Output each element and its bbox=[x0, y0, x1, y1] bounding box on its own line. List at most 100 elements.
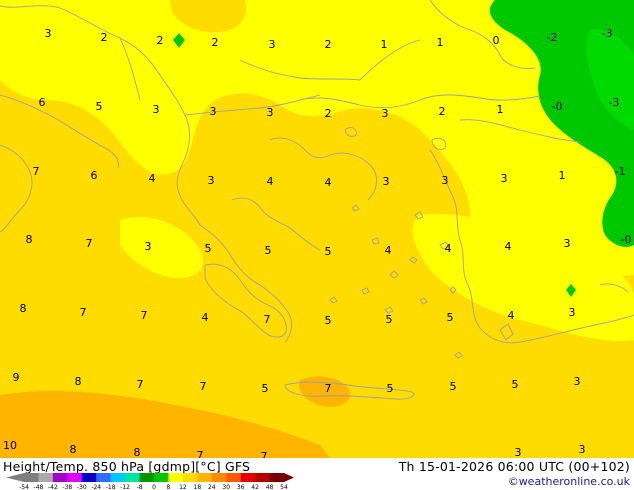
isotherm-label: 4 bbox=[505, 240, 512, 253]
isotherm-label: 3 bbox=[267, 106, 274, 119]
isotherm-label: 4 bbox=[508, 309, 515, 322]
isotherm-label: 1 bbox=[497, 103, 504, 116]
isotherm-label: 7 bbox=[137, 378, 144, 391]
isotherm-label: 4 bbox=[445, 242, 452, 255]
isotherm-label: 4 bbox=[149, 172, 156, 185]
colorbar-tick-label: -48 bbox=[34, 484, 44, 490]
isotherm-label: 8 bbox=[26, 233, 33, 246]
colorbar-tick-label: -38 bbox=[62, 484, 72, 490]
colorbar-swatch bbox=[240, 473, 256, 482]
colorbar-tick-label: 12 bbox=[179, 484, 187, 490]
colorbar-arrow-right bbox=[284, 473, 294, 482]
isotherm-label: 7 bbox=[325, 382, 332, 395]
isotherm-label: 3 bbox=[210, 105, 217, 118]
colorbar-tick-label: -42 bbox=[48, 484, 58, 490]
isotherm-label: 3 bbox=[153, 103, 160, 116]
isotherm-label: 5 bbox=[387, 382, 394, 395]
colorbar-tick-label: -54 bbox=[19, 484, 29, 490]
isotherm-label: -2 bbox=[547, 31, 558, 44]
isotherm-label: 4 bbox=[202, 311, 209, 324]
colorbar-swatch bbox=[197, 473, 213, 482]
isotherm-label: 1 bbox=[559, 169, 566, 182]
isotherm-label: 3 bbox=[442, 174, 449, 187]
isotherm-label: 5 bbox=[96, 100, 103, 113]
colorbar-tick-label: 0 bbox=[152, 484, 156, 490]
colorbar-arrow-left bbox=[6, 473, 24, 482]
colorbar-tick-label: -18 bbox=[106, 484, 116, 490]
isotherm-label: 3 bbox=[382, 107, 389, 120]
map-viewer: 3 2 2 2 3 2 1 1 0 -2 -3 6 5 3 3 3 2 3 2 1 -0 -3 7 6 4 3 4 4 3 3 3 1 -1 8 7… bbox=[0, 0, 634, 490]
colorbar-swatch bbox=[38, 473, 54, 482]
isotherm-label: 5 bbox=[262, 382, 269, 395]
isotherm-label: 3 bbox=[569, 306, 576, 319]
isotherm-label: 5 bbox=[265, 244, 272, 257]
colorbar-tick-label: 42 bbox=[251, 484, 259, 490]
temperature-map: 3 2 2 2 3 2 1 1 0 -2 -36 5 3 3 3 2 3 2 1 -0 -37 6 4 3 4 4 3 3 3 1 -18 7… bbox=[0, 0, 634, 458]
isotherm-label: 3 bbox=[564, 237, 571, 250]
isotherm-label: 5 bbox=[205, 242, 212, 255]
isotherm-label: -3 bbox=[602, 27, 613, 40]
isotherm-label: 8 bbox=[75, 375, 82, 388]
isotherm-label: -0 bbox=[552, 100, 563, 113]
isotherm-label: 8 bbox=[134, 446, 141, 458]
isotherm-label: 7 bbox=[141, 309, 148, 322]
colorbar-swatch bbox=[96, 473, 111, 482]
colorbar-swatch bbox=[139, 473, 155, 482]
isotherm-label: 7 bbox=[80, 306, 87, 319]
isotherm-label: -0 bbox=[621, 233, 632, 246]
isotherm-label: 3 bbox=[145, 240, 152, 253]
isotherm-label: 2 bbox=[212, 36, 219, 49]
colorbar-tick-label: 30 bbox=[222, 484, 230, 490]
isotherm-label: 2 bbox=[325, 107, 332, 120]
isotherm-label: 3 bbox=[579, 443, 586, 456]
isotherm-label: 8 bbox=[20, 302, 27, 315]
colorbar-tick-label: 8 bbox=[167, 484, 171, 490]
credit-link[interactable]: ©weatheronline.co.uk bbox=[508, 475, 630, 488]
isotherm-label: 2 bbox=[439, 105, 446, 118]
isotherm-label: 7 bbox=[264, 313, 271, 326]
colorbar-tick-label: -24 bbox=[91, 484, 101, 490]
isotherm-label: 3 bbox=[269, 38, 276, 51]
isotherm-label: 3 bbox=[515, 446, 522, 458]
colorbar-swatch bbox=[52, 473, 68, 482]
colorbar-swatch bbox=[110, 473, 126, 482]
isotherm-label: 1 bbox=[381, 38, 388, 51]
colorbar-swatch bbox=[67, 473, 83, 482]
colorbar-swatch bbox=[125, 473, 140, 482]
isotherm-label: 2 bbox=[101, 31, 108, 44]
isotherm-label: 3 bbox=[574, 375, 581, 388]
isotherm-label: 10 bbox=[3, 439, 17, 452]
isotherm-label: 4 bbox=[267, 175, 274, 188]
colorbar-swatch bbox=[182, 473, 198, 482]
isotherm-label: 7 bbox=[261, 450, 268, 458]
colorbar-swatch bbox=[255, 473, 270, 482]
valid-time: Th 15-01-2026 06:00 UTC (00+102) bbox=[398, 459, 630, 474]
colorbar-tick-label: 18 bbox=[194, 484, 202, 490]
isotherm-label: 5 bbox=[325, 245, 332, 258]
colorbar-tick-label: 36 bbox=[237, 484, 245, 490]
colorbar-swatch bbox=[168, 473, 184, 482]
isotherm-label: 5 bbox=[447, 311, 454, 324]
isotherm-label: 9 bbox=[13, 371, 20, 384]
isotherm-label: 3 bbox=[501, 172, 508, 185]
isotherm-label: 1 bbox=[437, 36, 444, 49]
colorbar-tick-label: 48 bbox=[266, 484, 274, 490]
isotherm-label: 5 bbox=[386, 313, 393, 326]
colorbar-swatch bbox=[226, 473, 241, 482]
colorbar-tick-label: -8 bbox=[137, 484, 143, 490]
isotherm-label: 7 bbox=[197, 449, 204, 458]
colorbar: -54 -48 -42 -38 -30 -24 -18 -12 -8 0 8 12 18 24 30 36 42… bbox=[6, 473, 294, 490]
isotherm-label: 3 bbox=[208, 174, 215, 187]
colorbar-tick-label: -12 bbox=[120, 484, 130, 490]
isotherm-label: 4 bbox=[325, 176, 332, 189]
isotherm-label: 8 bbox=[70, 443, 77, 456]
isotherm-label: 7 bbox=[200, 380, 207, 393]
chart-title: Height/Temp. 850 hPa [gdmp][°C] GFS bbox=[3, 459, 251, 474]
isotherm-label: 2 bbox=[157, 34, 164, 47]
colorbar-tick-label: 24 bbox=[208, 484, 216, 490]
colorbar-swatch bbox=[269, 473, 285, 482]
isotherm-label: 3 bbox=[383, 175, 390, 188]
colorbar-swatch bbox=[154, 473, 169, 482]
isotherm-label: 3 bbox=[45, 27, 52, 40]
isotherm-label: 0 bbox=[493, 34, 500, 47]
